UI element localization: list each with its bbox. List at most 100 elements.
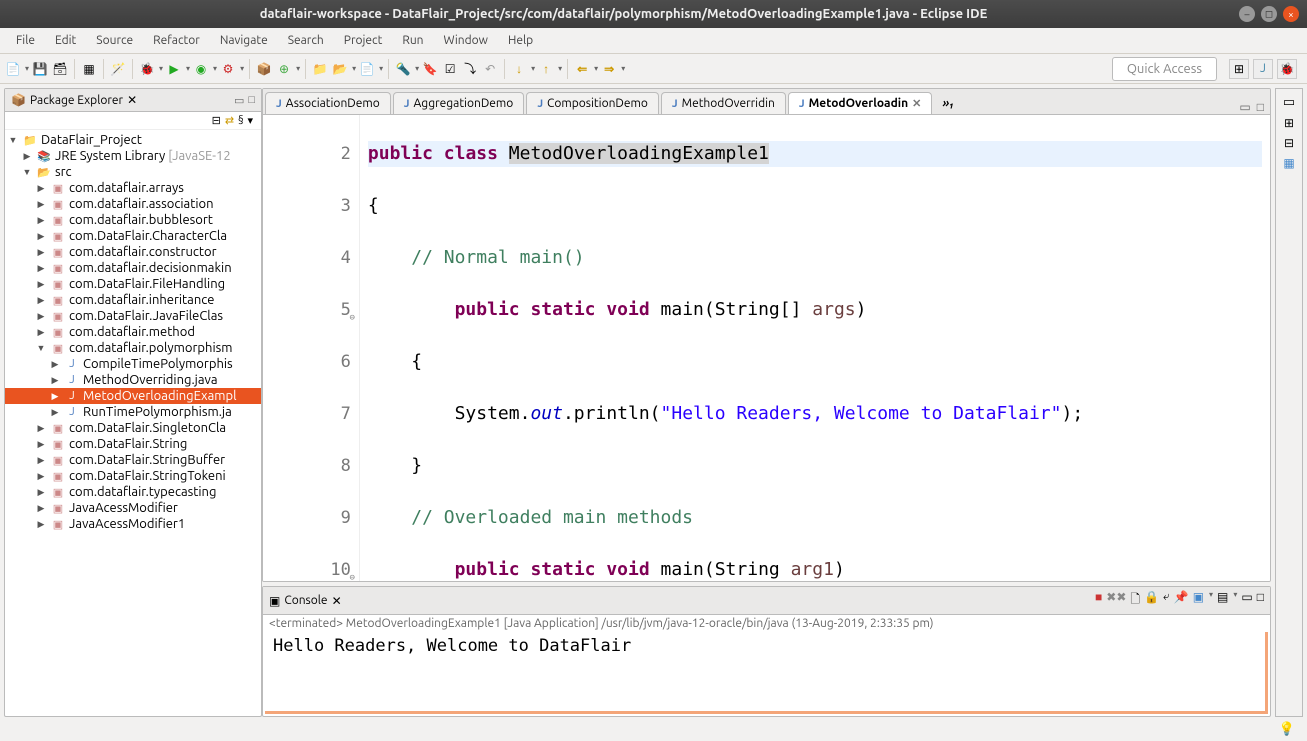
code-editor[interactable]: 2 3 4 5⊖ 6 7 8 9 10⊖ 11 12 13 14 15⊖ 16 …	[263, 115, 1270, 581]
package-node[interactable]: ▶▣com.dataflair.inheritance	[5, 292, 261, 308]
filter-icon[interactable]: §	[238, 114, 243, 127]
undo-icon[interactable]: ↶	[481, 60, 499, 78]
min-console-icon[interactable]: ▭	[1241, 590, 1252, 611]
menu-help[interactable]: Help	[498, 31, 543, 50]
tip-icon[interactable]: 💡	[1279, 722, 1295, 737]
package-node[interactable]: ▶▣com.dataflair.method	[5, 324, 261, 340]
menu-file[interactable]: File	[6, 31, 45, 50]
jre-node[interactable]: JRE System Library	[55, 149, 165, 163]
package-node[interactable]: ▶▣com.DataFlair.String	[5, 436, 261, 452]
back-icon[interactable]: ⇐	[573, 60, 591, 78]
file-override[interactable]: MethodOverriding.java	[83, 373, 218, 387]
tag-icon[interactable]: 🔖	[421, 60, 439, 78]
folder-icon[interactable]: 📁	[311, 60, 329, 78]
wand-icon[interactable]: 🪄	[109, 60, 127, 78]
new-icon[interactable]: 📄	[4, 60, 22, 78]
src-node[interactable]: src	[55, 165, 72, 179]
save-all-icon[interactable]: 🗃	[51, 60, 69, 78]
tab-association[interactable]: JAssociationDemo	[265, 92, 391, 114]
debug-icon[interactable]: 🐞	[138, 60, 156, 78]
project-node[interactable]: DataFlair_Project	[41, 133, 142, 147]
step-icon[interactable]: ⤵	[461, 60, 479, 78]
package-node[interactable]: ▶▣JavaAcessModifier	[5, 500, 261, 516]
new-package-icon[interactable]: 📦	[255, 60, 273, 78]
prev-icon[interactable]: ↑	[537, 60, 555, 78]
package-node[interactable]: ▶▣com.DataFlair.StringTokeni	[5, 468, 261, 484]
taskbar-icon[interactable]: ⊞	[1284, 116, 1294, 130]
save-icon[interactable]: 💾	[31, 60, 49, 78]
menu-refactor[interactable]: Refactor	[143, 31, 210, 50]
pin-icon[interactable]: 📌	[1174, 590, 1189, 611]
open-console-icon[interactable]: ▤	[1217, 590, 1228, 611]
maximize-view-icon[interactable]: □	[248, 94, 255, 107]
restore-icon[interactable]: ▭	[1283, 95, 1295, 110]
package-node[interactable]: ▶▣com.DataFlair.FileHandling	[5, 276, 261, 292]
menu-window[interactable]: Window	[434, 31, 498, 50]
editor-max-icon[interactable]: □	[1257, 100, 1264, 114]
link-editor-icon[interactable]: ⇄	[225, 114, 234, 127]
file-overloading[interactable]: MetodOverloadingExampl	[83, 389, 237, 403]
file-icon[interactable]: 📄	[358, 60, 376, 78]
code-content[interactable]: public class MetodOverloadingExample1 { …	[360, 115, 1270, 581]
new-class-icon[interactable]: ⊕	[275, 60, 293, 78]
tab-aggregation[interactable]: JAggregationDemo	[393, 92, 525, 114]
menu-navigate[interactable]: Navigate	[210, 31, 278, 50]
remove-icon[interactable]: ✖✖	[1106, 590, 1126, 611]
package-node[interactable]: ▶▣com.DataFlair.CharacterCla	[5, 228, 261, 244]
package-node[interactable]: ▶▣com.DataFlair.SingletonCla	[5, 420, 261, 436]
display-icon[interactable]: ▣	[1193, 590, 1204, 611]
package-node[interactable]: ▶▣com.dataflair.bubblesort	[5, 212, 261, 228]
tab-overflow[interactable]: »₁	[934, 93, 962, 114]
switch-icon[interactable]: ▦	[80, 60, 98, 78]
minimize-view-icon[interactable]: ▭	[234, 94, 244, 107]
menu-search[interactable]: Search	[278, 31, 334, 50]
coverage-icon[interactable]: ◉	[192, 60, 210, 78]
collapse-all-icon[interactable]: ⊟	[212, 114, 221, 127]
forward-icon[interactable]: ⇒	[600, 60, 618, 78]
package-node[interactable]: ▶▣com.DataFlair.StringBuffer	[5, 452, 261, 468]
quick-access-field[interactable]: Quick Access	[1112, 57, 1217, 81]
terminate-icon[interactable]: ■	[1095, 590, 1102, 611]
console-output[interactable]: Hello Readers, Welcome to DataFlair	[265, 632, 1268, 714]
window-maximize-button[interactable]: ◻	[1261, 6, 1277, 22]
package-node[interactable]: ▶▣com.DataFlair.JavaFileClas	[5, 308, 261, 324]
window-close-button[interactable]: ×	[1283, 6, 1299, 22]
search-icon[interactable]: 🔦	[394, 60, 412, 78]
run-icon[interactable]: ▶	[165, 60, 183, 78]
file-compile[interactable]: CompileTimePolymorphis	[83, 357, 233, 371]
close-tab-icon[interactable]: ✕	[912, 97, 921, 110]
next-icon[interactable]: ↓	[510, 60, 528, 78]
package-node[interactable]: ▶▣com.dataflair.arrays	[5, 180, 261, 196]
outline-icon[interactable]: ⊟	[1284, 136, 1294, 150]
package-node[interactable]: ▶▣com.dataflair.association	[5, 196, 261, 212]
tab-overloading[interactable]: JMetodOverloadin✕	[788, 92, 932, 114]
perspective-java-icon[interactable]: J	[1253, 59, 1273, 79]
tab-composition[interactable]: JCompositionDemo	[526, 92, 659, 114]
menu-run[interactable]: Run	[392, 31, 433, 50]
scroll-lock-icon[interactable]: 🔒	[1144, 590, 1159, 611]
editor-min-icon[interactable]: ▭	[1239, 100, 1250, 114]
package-node[interactable]: ▶▣com.dataflair.typecasting	[5, 484, 261, 500]
package-node[interactable]: ▶▣com.dataflair.constructor	[5, 244, 261, 260]
open-icon[interactable]: 📂	[331, 60, 349, 78]
external-icon[interactable]: ⚙	[219, 60, 237, 78]
menu-source[interactable]: Source	[86, 31, 143, 50]
menu-project[interactable]: Project	[334, 31, 393, 50]
package-node[interactable]: ▶▣JavaAcessModifier1	[5, 516, 261, 532]
package-polymorphism[interactable]: com.dataflair.polymorphism	[69, 341, 232, 355]
perspective-open-icon[interactable]: ⊞	[1229, 59, 1249, 79]
file-runtime[interactable]: RunTimePolymorphism.ja	[83, 405, 232, 419]
clear-console-icon[interactable]: 🗋	[1130, 590, 1140, 611]
max-console-icon[interactable]: □	[1257, 590, 1264, 611]
view-menu-icon[interactable]: ▾	[247, 114, 253, 127]
window-minimize-button[interactable]: –	[1239, 6, 1255, 22]
word-wrap-icon[interactable]: ⤶	[1163, 590, 1170, 611]
perspective-debug-icon[interactable]: 🐞	[1277, 59, 1297, 79]
package-tree[interactable]: ▼📁DataFlair_Project ▶📚JRE System Library…	[5, 130, 261, 716]
close-console-icon[interactable]: ✕	[332, 594, 342, 608]
close-view-icon[interactable]: ✕	[127, 93, 137, 107]
menu-edit[interactable]: Edit	[45, 31, 86, 50]
package-node[interactable]: ▶▣com.dataflair.decisionmakin	[5, 260, 261, 276]
views-icon[interactable]: ▦	[1283, 156, 1294, 170]
task-icon[interactable]: ☑	[441, 60, 459, 78]
